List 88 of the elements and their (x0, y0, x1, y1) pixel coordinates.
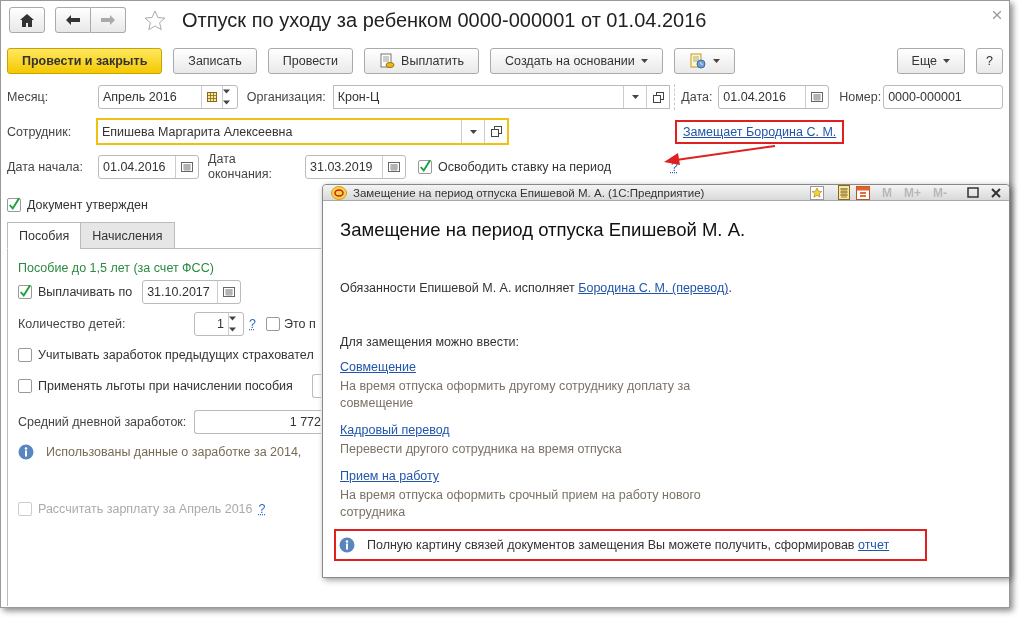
field-label: Организация: (246, 90, 327, 104)
option-description: На время отпуска оформить другому сотруднику доплату за совмещение (340, 378, 692, 412)
maximize-icon[interactable] (967, 187, 979, 198)
open-icon[interactable] (652, 91, 664, 103)
home-button[interactable] (9, 7, 45, 33)
calculator-icon[interactable] (838, 185, 850, 200)
checkbox[interactable] (18, 348, 32, 362)
info-icon (18, 444, 34, 460)
dialog-title: Замещение на период отпуска Епишевой М. А. (1С:Предприятие) (353, 186, 706, 199)
checkbox-label: Учитывать заработок предыдущих страховател (38, 348, 314, 362)
checkbox-label: Применять льготы при начислении пособия (38, 379, 293, 393)
field-label: Дата окончания: (208, 152, 273, 182)
option-description: Перевести другого сотрудника на время отпуска (340, 441, 623, 458)
caret-icon (712, 59, 720, 63)
input-field[interactable] (312, 374, 321, 398)
checkbox[interactable] (7, 198, 21, 212)
checkbox[interactable] (18, 379, 32, 393)
calendar-icon[interactable] (856, 185, 870, 200)
toolbar-button[interactable]: Записать (173, 48, 257, 74)
field-label: Номер: (839, 90, 883, 104)
date-field[interactable]: 31.10.2017 (142, 280, 242, 304)
star-icon[interactable] (810, 185, 824, 200)
document-icon (379, 53, 396, 69)
end-date-field[interactable]: 31.03.2019 (305, 155, 406, 179)
calendar-icon[interactable] (181, 162, 193, 172)
calendar-icon[interactable] (388, 162, 400, 172)
checkbox-label: Выплачивать по (38, 285, 133, 299)
organization-field[interactable]: Крон-Ц (332, 85, 671, 109)
option-link[interactable]: Кадровый перевод (340, 423, 450, 437)
checkbox-label: Это п (283, 317, 316, 331)
checkbox-label: Освободить ставку на период (438, 160, 611, 174)
toolbar-button[interactable]: Еще (896, 48, 966, 74)
date-field[interactable]: 01.04.2016 (718, 85, 830, 109)
checkbox-label: Рассчитать зарплату за Апрель 2016 (38, 502, 253, 516)
help-link[interactable]: ? (249, 317, 256, 331)
section-title: Пособие до 1,5 лет (за счет ФСС) (18, 261, 215, 275)
calendar-icon (206, 92, 217, 102)
children-count-field[interactable]: 1 (194, 312, 244, 336)
open-icon[interactable] (490, 126, 502, 137)
option-link[interactable]: Прием на работу (340, 469, 440, 483)
dialog-heading: Замещение на период отпуска Епишевой М. А. (340, 219, 747, 241)
duties-text: Обязанности Епишевой М. А. исполняет Бородина С. М. (перевод). (340, 281, 733, 295)
month-field[interactable]: Апрель 2016 (97, 85, 238, 109)
calendar-icon[interactable] (811, 92, 824, 102)
dropdown-icon (631, 95, 639, 99)
caret-icon (943, 59, 951, 63)
forward-arrow-icon (101, 15, 115, 25)
home-icon (20, 13, 34, 27)
field-label: Количество детей: (18, 317, 127, 331)
replacement-link[interactable]: Замещает Бородина С. М. (683, 124, 837, 139)
option-link[interactable]: Совмещение (340, 360, 416, 374)
report-link[interactable]: отчет (857, 538, 890, 552)
toolbar-button[interactable]: ? (976, 48, 1003, 74)
checkbox[interactable] (18, 285, 32, 299)
toolbar-button[interactable]: Провести (267, 48, 354, 74)
toolbar-button[interactable]: Провести и закрыть (7, 48, 163, 74)
caret-icon (640, 59, 648, 63)
calendar-icon[interactable] (223, 287, 236, 297)
app-logo-icon (331, 185, 347, 200)
checkbox-label: Документ утвержден (27, 198, 148, 212)
earnings-field[interactable]: 1 772 (194, 410, 321, 434)
close-icon[interactable] (991, 187, 1001, 198)
checkbox[interactable] (265, 317, 280, 331)
field-label: Месяц: (7, 90, 50, 104)
intro-text: Для замещения можно ввести: (340, 335, 521, 349)
info-text: Использованы данные о заработке за 2014, (46, 445, 302, 459)
field-label: Средний дневной заработок: (18, 415, 188, 429)
number-field[interactable]: 0000-000001 (883, 85, 1003, 109)
toolbar-button[interactable]: Создать на основании (490, 48, 663, 74)
field-label: Дата начала: (7, 160, 84, 174)
toolbar-button[interactable] (673, 48, 735, 74)
checkbox[interactable] (418, 160, 432, 174)
info-icon (339, 537, 355, 553)
toolbar-button[interactable]: Выплатить (364, 48, 480, 74)
window-title: Отпуск по уходу за ребенком 0000-000001 от 01.04.2016 (182, 8, 707, 32)
star-icon[interactable] (144, 9, 166, 31)
back-arrow-icon (66, 15, 80, 25)
employee-field[interactable]: Епишева Маргарита Алексеевна (96, 118, 509, 145)
dropdown-icon (469, 129, 477, 134)
report-icon (688, 53, 707, 69)
field-label: Сотрудник: (7, 124, 73, 139)
tab[interactable]: Начисления (80, 222, 175, 249)
field-label: Дата: (681, 90, 714, 104)
tab[interactable]: Пособия (7, 222, 82, 249)
back-button[interactable] (55, 7, 91, 33)
option-description: На время отпуска оформить срочный прием на работу нового сотрудника (340, 487, 702, 521)
start-date-field[interactable]: 01.04.2016 (98, 155, 199, 179)
info-text: Полную картину связей документов замещения Вы можете получить, сформировав отчет (367, 538, 890, 552)
